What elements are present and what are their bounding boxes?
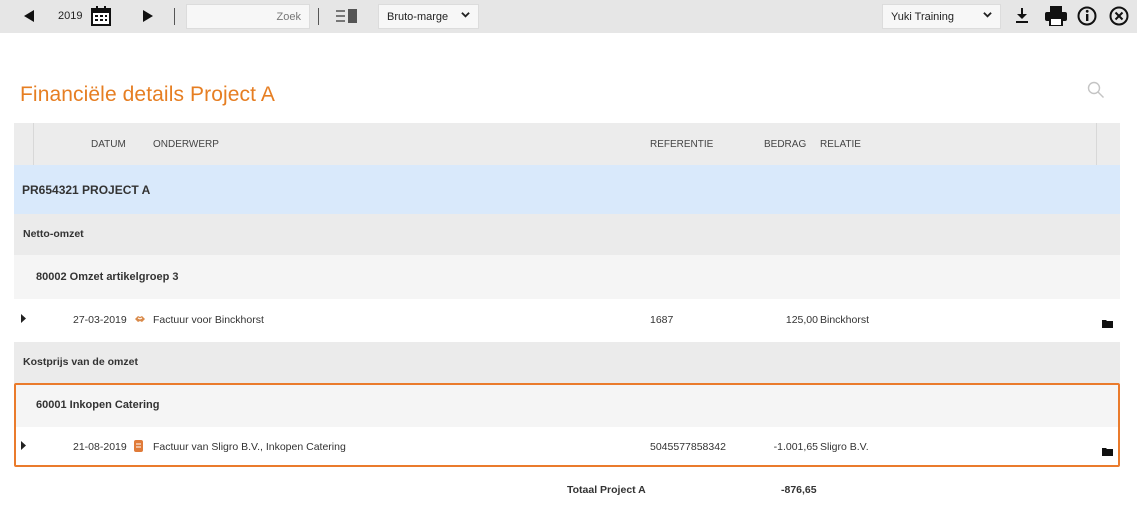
list-view-icon (336, 9, 357, 23)
toolbar-divider (174, 8, 175, 25)
administration-value: Yuki Training (891, 10, 954, 23)
chevron-down-icon (461, 10, 470, 22)
toolbar-divider (318, 8, 319, 25)
calendar-button[interactable] (90, 5, 112, 27)
page-title: Financiële details Project A (20, 83, 275, 106)
close-button[interactable] (1108, 5, 1130, 27)
chevron-right-icon (21, 314, 26, 323)
column-header-bedrag[interactable]: BEDRAG (764, 139, 806, 150)
triangle-left-icon (24, 10, 34, 22)
column-header-referentie[interactable]: REFERENTIE (650, 139, 713, 150)
project-row: PR654321 PROJECT A (14, 165, 1120, 214)
toolbar: 2019 Zoek Bruto-marge Yuki Training (0, 0, 1137, 33)
expand-row-button[interactable] (20, 314, 27, 325)
triangle-right-icon (143, 10, 153, 22)
download-icon (1016, 8, 1028, 23)
column-header-datum[interactable]: DATUM (91, 139, 126, 150)
folder-icon[interactable] (1102, 315, 1113, 333)
group-label: Kostprijs van de omzet (23, 356, 138, 368)
total-label: Totaal Project A (567, 484, 646, 496)
column-divider (1096, 123, 1097, 165)
group-label: Netto-omzet (23, 228, 84, 240)
group-row: Kostprijs van de omzet (14, 342, 1120, 383)
column-divider (33, 123, 34, 165)
table-header: DATUM ONDERWERP REFERENTIE BEDRAG RELATI… (14, 123, 1120, 165)
sales-invoice-icon (134, 313, 146, 328)
cell-onderwerp[interactable]: Factuur voor Binckhorst (153, 314, 264, 326)
total-amount: -876,65 (781, 484, 817, 496)
close-icon (1109, 6, 1129, 26)
info-icon (1077, 6, 1097, 26)
report-type-select[interactable]: Bruto-marge (378, 4, 479, 29)
cell-relatie: Binckhorst (820, 314, 870, 326)
year-label: 2019 (58, 10, 83, 22)
column-header-onderwerp[interactable]: ONDERWERP (153, 139, 219, 150)
group-row: Netto-omzet (14, 214, 1120, 255)
search-button[interactable]: Zoek (277, 11, 301, 23)
total-row: Totaal Project A -876,65 (14, 467, 1120, 511)
report-type-value: Bruto-marge (387, 10, 449, 23)
chevron-down-icon (983, 10, 992, 22)
account-row: 80002 Omzet artikelgroep 3 (14, 255, 1120, 299)
project-label: PR654321 PROJECT A (22, 183, 151, 197)
printer-icon (1045, 6, 1067, 26)
search-toggle-button[interactable] (1087, 81, 1105, 104)
column-header-relatie[interactable]: RELATIE (820, 139, 861, 150)
administration-select[interactable]: Yuki Training (882, 4, 1001, 29)
cell-bedrag: 125,00 (785, 314, 818, 326)
download-button[interactable] (1013, 7, 1031, 25)
view-toggle-button[interactable] (336, 8, 358, 24)
cell-referentie: 1687 (650, 314, 674, 326)
previous-year-button[interactable] (22, 9, 36, 23)
table-row[interactable]: 27-03-2019 Factuur voor Binckhorst 1687 … (14, 299, 1120, 342)
cell-datum: 27-03-2019 (73, 314, 127, 326)
highlight-box (14, 383, 1120, 467)
info-button[interactable] (1076, 5, 1098, 27)
search-icon (1087, 81, 1104, 98)
account-label: 80002 Omzet artikelgroep 3 (36, 271, 179, 283)
print-button[interactable] (1044, 5, 1068, 27)
calendar-icon (91, 6, 111, 26)
search-input[interactable]: Zoek (186, 4, 310, 29)
next-year-button[interactable] (141, 9, 155, 23)
